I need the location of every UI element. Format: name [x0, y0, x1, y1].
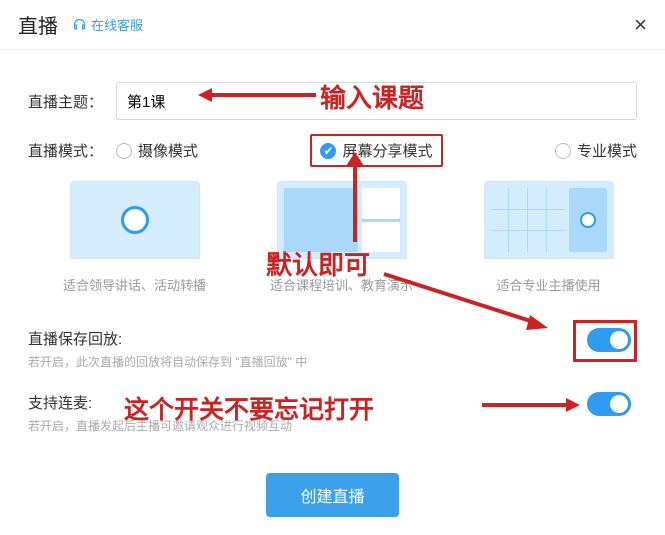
mic-section: 支持连麦: 若开启，直播发起后主播可邀请观众进行视频互动	[28, 392, 637, 434]
radio-icon	[116, 143, 132, 159]
mode-row: 直播模式： 摄像模式 屏幕分享模式 专业模式	[28, 134, 637, 167]
preview-caption: 适合课程培训、教育演示	[253, 275, 430, 294]
mic-hint: 若开启，直播发起后主播可邀请观众进行视频互动	[28, 417, 637, 434]
create-live-button[interactable]: 创建直播	[266, 473, 398, 517]
customer-service-link[interactable]: 在线客服	[72, 15, 143, 34]
mode-label: 直播模式：	[28, 140, 116, 161]
topic-input[interactable]	[116, 82, 637, 120]
headset-icon	[72, 17, 87, 32]
mode-option-label: 摄像模式	[138, 140, 198, 161]
mic-title: 支持连麦:	[28, 392, 637, 413]
laptop-icon	[277, 181, 407, 259]
mode-option-screen[interactable]: 屏幕分享模式	[310, 134, 442, 167]
mic-toggle[interactable]	[587, 392, 631, 416]
preview-pro: 适合专业主播使用	[460, 181, 637, 294]
dialog-footer: 创建直播	[0, 473, 665, 517]
mode-option-pro[interactable]: 专业模式	[555, 140, 637, 161]
preview-caption: 适合领导讲话、活动转播	[46, 275, 223, 294]
replay-section: 直播保存回放: 若开启，此次直播的回放将自动保存到 "直播回放" 中	[28, 328, 637, 370]
topic-label: 直播主题：	[28, 91, 116, 112]
preview-screen: 适合课程培训、教育演示	[253, 181, 430, 294]
replay-hint: 若开启，此次直播的回放将自动保存到 "直播回放" 中	[28, 353, 637, 370]
close-icon[interactable]: ×	[634, 14, 647, 36]
laptop-icon	[70, 181, 200, 259]
replay-toggle[interactable]	[587, 328, 631, 352]
mode-option-label: 屏幕分享模式	[342, 140, 432, 161]
dialog-title: 直播	[18, 10, 58, 39]
preview-caption: 适合专业主播使用	[460, 275, 637, 294]
dialog-header: 直播 在线客服 ×	[0, 0, 665, 50]
laptop-icon	[484, 181, 614, 259]
customer-service-label: 在线客服	[91, 15, 143, 34]
topic-row: 直播主题：	[28, 82, 637, 120]
mode-option-camera[interactable]: 摄像模式	[116, 140, 198, 161]
radio-selected-icon	[320, 143, 336, 159]
replay-title: 直播保存回放:	[28, 328, 637, 349]
radio-icon	[555, 143, 571, 159]
mode-option-label: 专业模式	[577, 140, 637, 161]
preview-camera: 适合领导讲话、活动转播	[46, 181, 223, 294]
mode-previews: 适合领导讲话、活动转播 适合课程培训、教育演示 适合专业主播使用	[28, 181, 637, 294]
